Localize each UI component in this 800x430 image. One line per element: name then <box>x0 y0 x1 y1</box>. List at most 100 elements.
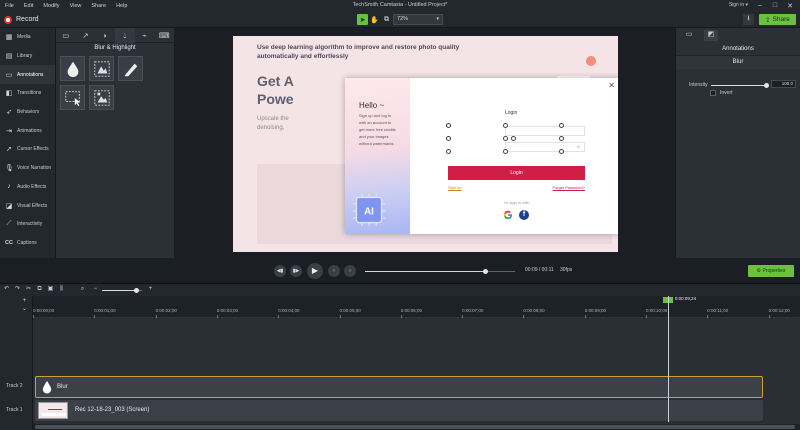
properties-button[interactable]: ⚙ Properties <box>748 265 794 277</box>
eye-icon[interactable]: ◎ <box>577 144 581 149</box>
undo-icon[interactable]: ↶ <box>2 285 11 294</box>
recording-clip[interactable]: Rec 12-18-23_003 (Screen) <box>35 400 763 421</box>
menu-edit[interactable]: Edit <box>19 3 38 9</box>
menu-modify[interactable]: Modify <box>38 3 64 9</box>
sidebar-item-transitions[interactable]: ◧ Transitions <box>0 84 55 103</box>
paste-icon[interactable]: ▣ <box>46 285 55 294</box>
zoom-out-icon[interactable]: − <box>91 285 100 294</box>
playhead[interactable] <box>667 296 669 422</box>
modal-line: without watermarks <box>359 141 394 146</box>
blur-tab-icon[interactable]: 💧︎ <box>115 27 135 43</box>
menu-view[interactable]: View <box>65 3 87 9</box>
intensity-slider-knob[interactable] <box>763 83 769 88</box>
transform-handle[interactable] <box>446 123 451 128</box>
transform-handle[interactable] <box>503 136 508 141</box>
transform-handle[interactable] <box>559 136 564 141</box>
cc-icon: CC <box>5 239 13 246</box>
highlight-pen-icon[interactable] <box>118 56 143 81</box>
menu-file[interactable]: File <box>0 3 19 9</box>
next-icon[interactable]: › <box>344 265 356 277</box>
callout-tab-icon[interactable]: ▭ <box>56 28 76 43</box>
sidebar-item-media[interactable]: ▦ Media <box>0 28 55 47</box>
facebook-icon[interactable]: f <box>519 210 529 220</box>
download-icon[interactable]: ⭳ <box>743 14 754 25</box>
pan-tool-icon[interactable]: ✋ <box>369 14 380 25</box>
sidebar-item-annotations[interactable]: ▭ Annotations <box>0 65 55 85</box>
record-button[interactable]: Record <box>4 14 39 25</box>
timeline-ruler[interactable]: 0:00:00;00 0:00:01;00 0:00:02;00 0:00:03;00… <box>33 296 800 318</box>
forgot-password-link[interactable]: Forget Password? <box>553 185 585 190</box>
visual-properties-tab-icon[interactable]: ▭ <box>682 30 696 41</box>
blur-drop-icon[interactable] <box>60 56 85 81</box>
minimize-icon[interactable]: – <box>754 2 766 9</box>
collapse-tracks-icon[interactable]: ⌄ <box>20 305 29 314</box>
timeline-scrollbar-thumb[interactable] <box>35 425 795 429</box>
scrub-bar[interactable] <box>365 269 515 274</box>
timeline-zoom-slider[interactable] <box>102 287 142 293</box>
sign-in-link[interactable]: Sign in ▾ <box>729 0 748 11</box>
zoom-select[interactable]: 72% ▾ <box>393 14 443 25</box>
slide-subtext-2: denoising, <box>257 125 285 131</box>
sketch-tab-icon[interactable]: ⌁ <box>135 28 155 43</box>
preview-canvas[interactable]: Use deep learning algorithm to improve a… <box>233 36 618 252</box>
pixelate-icon[interactable] <box>89 56 114 81</box>
film-icon: ▦ <box>5 34 13 42</box>
step-back-icon[interactable]: ◀▮ <box>274 265 286 277</box>
select-tool-icon[interactable]: ➤ <box>357 14 368 25</box>
zoom-in-icon[interactable]: + <box>146 285 155 294</box>
sidebar-item-visual-effects[interactable]: ◪ Visual Effects <box>0 196 55 215</box>
annotation-properties-tab-icon[interactable]: ◩ <box>704 30 718 41</box>
shape-tab-icon[interactable]: ◗ <box>95 28 115 43</box>
zoom-icon[interactable]: ⌕ <box>78 285 87 294</box>
maximize-icon[interactable]: □ <box>769 2 781 9</box>
keystroke-tab-icon[interactable]: ⌨ <box>154 28 174 43</box>
close-icon[interactable]: ✕ <box>784 2 796 10</box>
blur-clip[interactable]: Blur <box>35 376 763 398</box>
password-field[interactable]: ◎ <box>505 142 585 152</box>
menu-share[interactable]: Share <box>86 3 111 9</box>
close-icon[interactable]: ✕ <box>608 81 615 90</box>
previous-icon[interactable]: ‹ <box>328 265 340 277</box>
copy-icon[interactable]: ⧉ <box>35 285 44 294</box>
transform-handle[interactable] <box>559 149 564 154</box>
sidebar-item-behaviors[interactable]: ➶ Behaviors <box>0 103 55 122</box>
step-forward-icon[interactable]: ▮▶ <box>290 265 302 277</box>
modal-hello: Hello ~ <box>359 101 385 110</box>
intensity-slider[interactable] <box>711 83 769 88</box>
sidebar-item-audio-effects[interactable]: ♪ Audio Effects <box>0 178 55 197</box>
scrub-knob[interactable] <box>482 269 488 274</box>
split-icon[interactable]: ⫼ <box>57 285 66 294</box>
transform-handle[interactable] <box>559 123 564 128</box>
sidebar-item-voice-narration[interactable]: 🎙︎ Voice Narration <box>0 159 55 178</box>
recording-thumbnail <box>38 402 68 419</box>
timeline-zoom-knob[interactable] <box>133 287 139 293</box>
login-button[interactable]: Login <box>448 166 585 180</box>
crop-tool-icon[interactable]: ⧉ <box>381 14 392 25</box>
timeline-scrollbar[interactable] <box>33 424 800 430</box>
sidebar-item-library[interactable]: ▤ Library <box>0 47 55 66</box>
slide-big-text-1: Get A <box>257 73 294 89</box>
menu-help[interactable]: Help <box>111 3 132 9</box>
transform-handle[interactable] <box>511 136 516 141</box>
mosaic-icon[interactable] <box>89 85 114 110</box>
intensity-input[interactable]: 100.0 <box>771 80 796 88</box>
play-icon[interactable]: ▶ <box>307 263 323 279</box>
transform-handle[interactable] <box>503 123 508 128</box>
cut-icon[interactable]: ✂ <box>24 285 33 294</box>
arrow-tab-icon[interactable]: ↗ <box>76 28 96 43</box>
sidebar-item-captions[interactable]: CC Captions <box>0 234 55 253</box>
redo-icon[interactable]: ↷ <box>13 285 22 294</box>
spotlight-icon[interactable] <box>60 85 85 110</box>
sidebar-item-animations[interactable]: ⇥ Animations <box>0 121 55 140</box>
transform-handle[interactable] <box>503 149 508 154</box>
transform-handle[interactable] <box>446 136 451 141</box>
sidebar-item-interactivity[interactable]: ⟋ Interactivity <box>0 215 55 234</box>
sign-up-link[interactable]: Sign up <box>448 185 462 190</box>
google-icon[interactable] <box>503 210 513 220</box>
email-field[interactable] <box>505 126 585 136</box>
transform-handle[interactable] <box>446 149 451 154</box>
share-button[interactable]: ⇪ Share <box>759 14 796 25</box>
ruler-tick-label: 0:00:08;00 <box>523 308 545 313</box>
sidebar-item-cursor-effects[interactable]: ➚ Cursor Effects <box>0 140 55 159</box>
invert-checkbox[interactable] <box>710 90 716 96</box>
